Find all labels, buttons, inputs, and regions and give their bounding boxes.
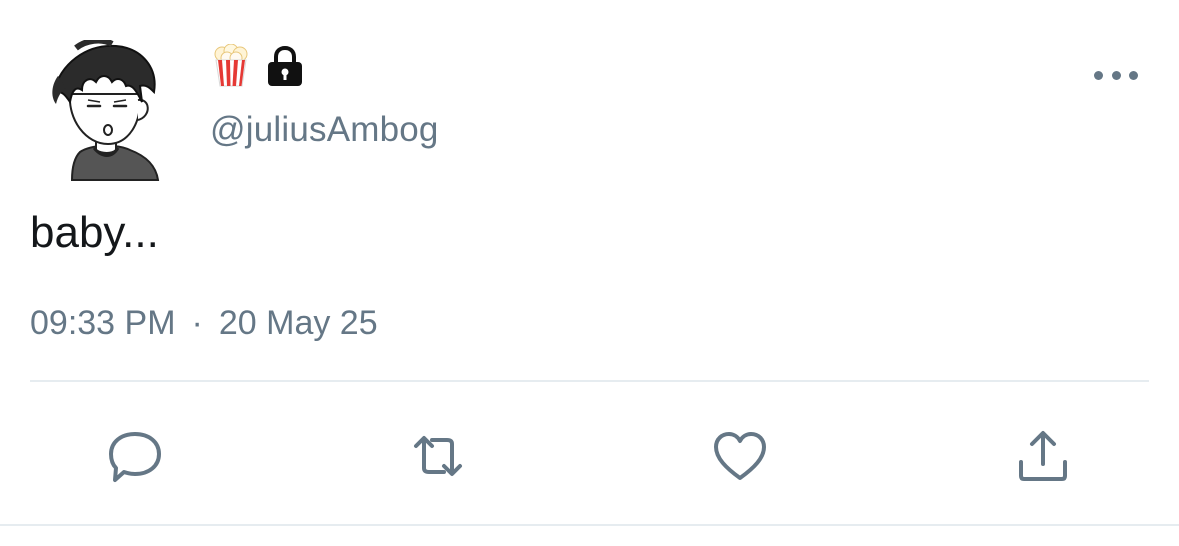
tweet-text: baby... bbox=[30, 208, 159, 257]
share-button[interactable] bbox=[1011, 424, 1075, 488]
more-dot-icon bbox=[1129, 70, 1138, 80]
more-dot-icon bbox=[1094, 70, 1103, 80]
bottom-divider bbox=[0, 524, 1179, 526]
tweet-date[interactable]: 20 May 25 bbox=[219, 304, 378, 343]
like-button[interactable] bbox=[708, 424, 772, 488]
user-handle[interactable]: @juliusAmbog bbox=[210, 110, 439, 150]
meta-separator: · bbox=[191, 304, 203, 342]
tweet-time[interactable]: 09:33 PM bbox=[30, 304, 176, 343]
lock-icon bbox=[268, 45, 302, 86]
tweet-meta: 09:33 PM · 20 May 25 bbox=[30, 304, 378, 343]
retweet-button[interactable] bbox=[406, 424, 470, 488]
more-options-button[interactable] bbox=[1094, 64, 1138, 86]
share-icon bbox=[1019, 431, 1067, 481]
more-dot-icon bbox=[1111, 70, 1121, 80]
retweet-icon bbox=[414, 436, 462, 476]
reply-icon bbox=[109, 432, 161, 482]
display-name[interactable] bbox=[212, 44, 306, 88]
reply-button[interactable] bbox=[103, 424, 167, 488]
divider bbox=[30, 380, 1149, 382]
heart-icon bbox=[714, 432, 766, 480]
popcorn-icon bbox=[214, 44, 248, 87]
avatar-drawing bbox=[52, 37, 160, 181]
avatar[interactable] bbox=[46, 37, 164, 182]
